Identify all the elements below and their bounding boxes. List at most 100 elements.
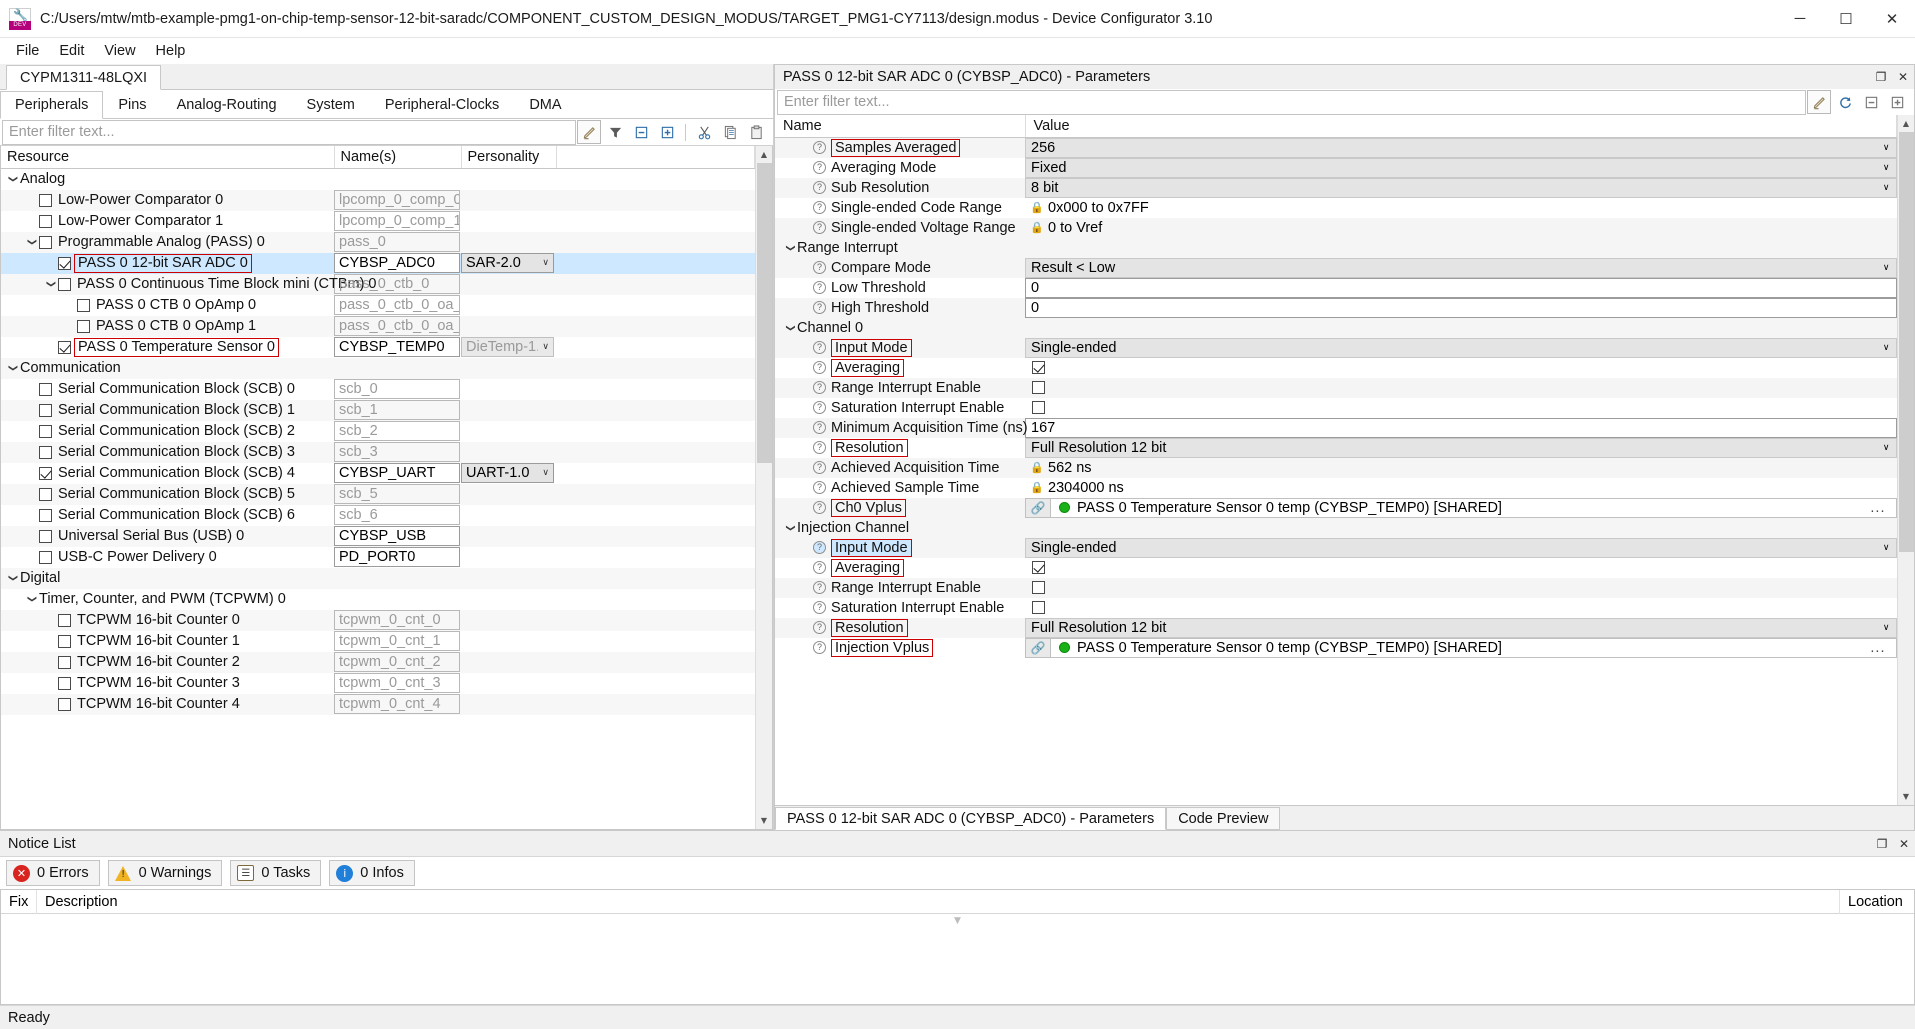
param-row[interactable]: ? Minimum Acquisition Time (ns) 167 bbox=[775, 417, 1897, 438]
param-text-input[interactable]: 167 bbox=[1025, 417, 1897, 438]
chevron-down-icon[interactable]: ∨ bbox=[1883, 542, 1890, 553]
chevron-down-icon[interactable]: ∨ bbox=[1883, 342, 1890, 353]
resource-checkbox[interactable] bbox=[58, 634, 71, 648]
chevron-down-icon[interactable]: ❯ bbox=[785, 321, 795, 335]
param-dropdown[interactable]: Result < Low ∨ bbox=[1025, 257, 1897, 278]
chevron-down-icon[interactable]: ∨ bbox=[1883, 442, 1890, 453]
chevron-down-icon[interactable]: ∨ bbox=[542, 468, 549, 478]
tree-cell-name[interactable]: tcpwm_0_cnt_1 bbox=[334, 631, 461, 652]
chevron-down-icon[interactable]: ∨ bbox=[1883, 262, 1890, 273]
param-value-cell[interactable] bbox=[1025, 377, 1897, 398]
tree-row[interactable]: PASS 0 12-bit SAR ADC 0 CYBSP_ADC0 SAR-2.0… bbox=[1, 252, 755, 274]
param-value-cell[interactable]: Fixed ∨ bbox=[1025, 157, 1897, 178]
maximize-button[interactable]: ☐ bbox=[1823, 0, 1869, 38]
param-row[interactable]: ? Low Threshold 0 bbox=[775, 277, 1897, 298]
param-row[interactable]: ? Ch0 Vplus 🔗 PASS 0 Temperature Sensor 0 t… bbox=[775, 497, 1897, 518]
tree-cell-resource[interactable]: Serial Communication Block (SCB) 2 bbox=[1, 421, 334, 442]
close-panel-icon[interactable]: ✕ bbox=[1892, 66, 1914, 88]
resource-checkbox[interactable] bbox=[58, 256, 71, 270]
menu-view[interactable]: View bbox=[94, 41, 145, 61]
resource-name-field[interactable]: CYBSP_ADC0 bbox=[334, 253, 460, 273]
tree-cell-resource[interactable]: ❯ Analog bbox=[1, 168, 334, 190]
close-button[interactable]: ✕ bbox=[1869, 0, 1915, 38]
resource-checkbox[interactable] bbox=[39, 214, 52, 228]
notice-col-description[interactable]: Description bbox=[37, 889, 1840, 914]
resource-checkbox[interactable] bbox=[39, 487, 52, 501]
resource-checkbox[interactable] bbox=[39, 382, 52, 396]
param-name-cell[interactable]: ? Input Mode bbox=[775, 337, 1025, 358]
param-row[interactable]: ? Achieved Acquisition Time 🔒 562 ns bbox=[775, 457, 1897, 478]
param-value-cell[interactable]: 🔒 0 to Vref bbox=[1025, 217, 1897, 238]
help-icon[interactable]: ? bbox=[813, 221, 826, 234]
tree-cell-resource[interactable]: TCPWM 16-bit Counter 2 bbox=[1, 652, 334, 673]
param-link-cell[interactable]: 🔗 PASS 0 Temperature Sensor 0 temp (CYBSP… bbox=[1025, 637, 1897, 658]
help-icon[interactable]: ? bbox=[813, 581, 826, 594]
menu-edit[interactable]: Edit bbox=[49, 41, 94, 61]
notice-col-fix[interactable]: Fix bbox=[1, 889, 37, 914]
tree-row[interactable]: TCPWM 16-bit Counter 3 tcpwm_0_cnt_3 bbox=[1, 673, 755, 694]
chevron-down-icon[interactable]: ∨ bbox=[1883, 142, 1890, 153]
tree-cell-resource[interactable]: TCPWM 16-bit Counter 3 bbox=[1, 673, 334, 694]
param-group-name[interactable]: ❯ Injection Channel bbox=[775, 517, 1025, 538]
resource-checkbox[interactable] bbox=[39, 235, 52, 249]
help-icon[interactable]: ? bbox=[813, 201, 826, 214]
resource-checkbox[interactable] bbox=[58, 676, 71, 690]
resource-checkbox[interactable] bbox=[77, 319, 90, 333]
resource-checkbox[interactable] bbox=[39, 403, 52, 417]
scroll-up-icon[interactable]: ▲ bbox=[1897, 115, 1914, 132]
param-name-cell[interactable]: ? Injection Vplus bbox=[775, 638, 1025, 658]
scroll-track[interactable] bbox=[1897, 132, 1914, 788]
param-row[interactable]: ? Samples Averaged 256 ∨ bbox=[775, 137, 1897, 158]
param-checkbox-cell[interactable] bbox=[1025, 358, 1897, 378]
resource-checkbox[interactable] bbox=[77, 298, 90, 312]
help-icon[interactable]: ? bbox=[813, 161, 826, 174]
param-name-cell[interactable]: ? Achieved Sample Time bbox=[775, 478, 1025, 498]
tab-code-preview[interactable]: Code Preview bbox=[1166, 807, 1281, 830]
param-row[interactable]: ? Sub Resolution 8 bit ∨ bbox=[775, 177, 1897, 198]
tree-col-names[interactable]: Name(s) bbox=[334, 146, 462, 169]
param-value-cell[interactable]: Single-ended ∨ bbox=[1025, 337, 1897, 358]
help-icon[interactable]: ? bbox=[813, 641, 826, 654]
param-value-cell[interactable]: Single-ended ∨ bbox=[1025, 537, 1897, 558]
tree-row[interactable]: Serial Communication Block (SCB) 0 scb_0 bbox=[1, 379, 755, 400]
param-name-cell[interactable]: ? Achieved Acquisition Time bbox=[775, 457, 1025, 478]
param-group-name[interactable]: ❯ Range Interrupt bbox=[775, 237, 1025, 258]
chevron-down-icon[interactable]: ∨ bbox=[542, 342, 549, 352]
param-name-cell[interactable]: ? Low Threshold bbox=[775, 278, 1025, 298]
params-col-name[interactable]: Name bbox=[775, 115, 1026, 138]
param-name-cell[interactable]: ? Saturation Interrupt Enable bbox=[775, 598, 1025, 618]
tree-cell-resource[interactable]: Serial Communication Block (SCB) 4 bbox=[1, 463, 334, 484]
tree-col-resource[interactable]: Resource bbox=[1, 146, 335, 169]
param-name-cell[interactable]: ? Samples Averaged bbox=[775, 137, 1025, 158]
tree-cell-resource[interactable]: TCPWM 16-bit Counter 0 bbox=[1, 610, 334, 631]
param-row[interactable]: ? Averaging bbox=[775, 558, 1897, 578]
param-name-cell[interactable]: ? High Threshold bbox=[775, 297, 1025, 318]
expand-all-icon[interactable] bbox=[655, 120, 679, 144]
resource-name-field[interactable]: CYBSP_TEMP0 bbox=[334, 337, 460, 357]
chevron-down-icon[interactable]: ❯ bbox=[27, 235, 37, 250]
copy-icon[interactable] bbox=[718, 120, 742, 144]
tree-cell-name[interactable]: CYBSP_ADC0 bbox=[334, 252, 461, 274]
help-icon[interactable]: ? bbox=[813, 401, 826, 414]
tab-analog-routing[interactable]: Analog-Routing bbox=[162, 90, 292, 118]
tree-cell-resource[interactable]: ❯ Digital bbox=[1, 568, 334, 589]
menu-file[interactable]: File bbox=[6, 41, 49, 61]
param-row[interactable]: ? Saturation Interrupt Enable bbox=[775, 398, 1897, 418]
tree-cell-resource[interactable]: TCPWM 16-bit Counter 4 bbox=[1, 694, 334, 715]
peripherals-filter-input[interactable] bbox=[2, 119, 576, 145]
tree-cell-resource[interactable]: Serial Communication Block (SCB) 3 bbox=[1, 442, 334, 463]
help-icon[interactable]: ? bbox=[813, 561, 826, 574]
collapse-all-icon[interactable] bbox=[1859, 90, 1883, 114]
resource-name-field[interactable]: scb_6 bbox=[334, 505, 460, 525]
tree-cell-resource[interactable]: PASS 0 CTB 0 OpAmp 1 bbox=[1, 316, 334, 337]
tree-row[interactable]: Serial Communication Block (SCB) 5 scb_5 bbox=[1, 483, 755, 505]
help-icon[interactable]: ? bbox=[813, 541, 826, 554]
param-dropdown[interactable]: Full Resolution 12 bit ∨ bbox=[1025, 437, 1897, 458]
tree-row[interactable]: TCPWM 16-bit Counter 0 tcpwm_0_cnt_0 bbox=[1, 609, 755, 631]
tree-cell-resource[interactable]: Low-Power Comparator 0 bbox=[1, 190, 334, 211]
tree-row[interactable]: TCPWM 16-bit Counter 1 tcpwm_0_cnt_1 bbox=[1, 631, 755, 652]
param-name-cell[interactable]: ? Resolution bbox=[775, 438, 1025, 458]
tab-system[interactable]: System bbox=[292, 90, 370, 118]
param-row[interactable]: ? Single-ended Voltage Range 🔒 0 to Vref bbox=[775, 217, 1897, 238]
resource-name-field[interactable]: tcpwm_0_cnt_4 bbox=[334, 694, 460, 714]
